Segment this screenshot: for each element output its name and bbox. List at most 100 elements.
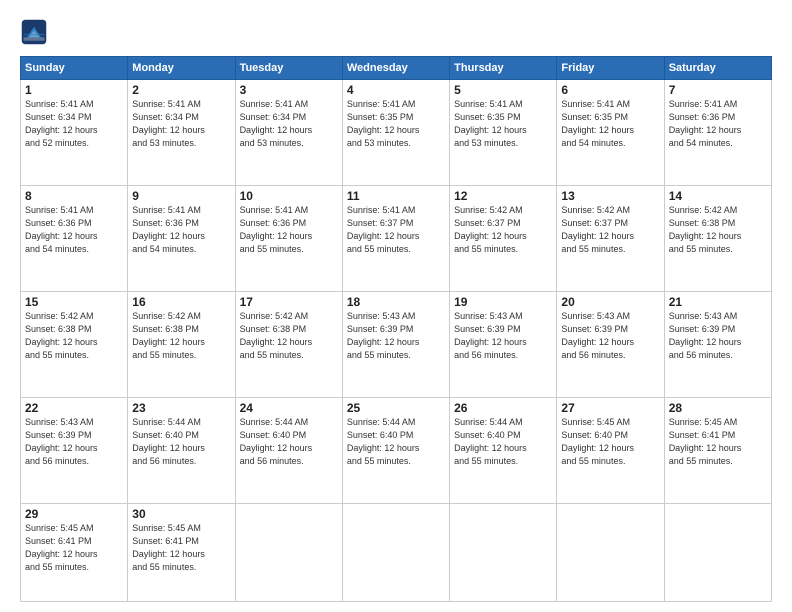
day-info: Sunrise: 5:45 AM Sunset: 6:41 PM Dayligh… xyxy=(132,522,230,574)
day-number: 27 xyxy=(561,401,659,415)
calendar-cell xyxy=(557,503,664,601)
day-number: 21 xyxy=(669,295,767,309)
weekday-header: Thursday xyxy=(450,57,557,80)
day-info: Sunrise: 5:41 AM Sunset: 6:36 PM Dayligh… xyxy=(240,204,338,256)
day-number: 7 xyxy=(669,83,767,97)
calendar-cell: 17Sunrise: 5:42 AM Sunset: 6:38 PM Dayli… xyxy=(235,291,342,397)
day-number: 8 xyxy=(25,189,123,203)
calendar-cell: 4Sunrise: 5:41 AM Sunset: 6:35 PM Daylig… xyxy=(342,80,449,186)
calendar-cell: 23Sunrise: 5:44 AM Sunset: 6:40 PM Dayli… xyxy=(128,397,235,503)
calendar-cell: 26Sunrise: 5:44 AM Sunset: 6:40 PM Dayli… xyxy=(450,397,557,503)
calendar-cell: 10Sunrise: 5:41 AM Sunset: 6:36 PM Dayli… xyxy=(235,185,342,291)
day-info: Sunrise: 5:41 AM Sunset: 6:36 PM Dayligh… xyxy=(25,204,123,256)
calendar-table: SundayMondayTuesdayWednesdayThursdayFrid… xyxy=(20,56,772,602)
calendar-cell xyxy=(235,503,342,601)
logo xyxy=(20,18,52,46)
day-info: Sunrise: 5:41 AM Sunset: 6:34 PM Dayligh… xyxy=(132,98,230,150)
calendar-cell: 14Sunrise: 5:42 AM Sunset: 6:38 PM Dayli… xyxy=(664,185,771,291)
day-number: 11 xyxy=(347,189,445,203)
day-info: Sunrise: 5:41 AM Sunset: 6:37 PM Dayligh… xyxy=(347,204,445,256)
day-number: 10 xyxy=(240,189,338,203)
day-number: 28 xyxy=(669,401,767,415)
day-number: 29 xyxy=(25,507,123,521)
day-info: Sunrise: 5:43 AM Sunset: 6:39 PM Dayligh… xyxy=(347,310,445,362)
header xyxy=(20,18,772,46)
day-info: Sunrise: 5:42 AM Sunset: 6:37 PM Dayligh… xyxy=(454,204,552,256)
calendar-cell: 12Sunrise: 5:42 AM Sunset: 6:37 PM Dayli… xyxy=(450,185,557,291)
day-number: 12 xyxy=(454,189,552,203)
day-info: Sunrise: 5:41 AM Sunset: 6:36 PM Dayligh… xyxy=(669,98,767,150)
weekday-header: Sunday xyxy=(21,57,128,80)
logo-icon xyxy=(20,18,48,46)
calendar-cell: 27Sunrise: 5:45 AM Sunset: 6:40 PM Dayli… xyxy=(557,397,664,503)
day-info: Sunrise: 5:42 AM Sunset: 6:38 PM Dayligh… xyxy=(240,310,338,362)
calendar-cell: 8Sunrise: 5:41 AM Sunset: 6:36 PM Daylig… xyxy=(21,185,128,291)
calendar-cell: 2Sunrise: 5:41 AM Sunset: 6:34 PM Daylig… xyxy=(128,80,235,186)
weekday-header: Monday xyxy=(128,57,235,80)
calendar-cell: 21Sunrise: 5:43 AM Sunset: 6:39 PM Dayli… xyxy=(664,291,771,397)
day-number: 3 xyxy=(240,83,338,97)
day-info: Sunrise: 5:41 AM Sunset: 6:34 PM Dayligh… xyxy=(25,98,123,150)
day-info: Sunrise: 5:42 AM Sunset: 6:38 PM Dayligh… xyxy=(132,310,230,362)
calendar-week-row: 1Sunrise: 5:41 AM Sunset: 6:34 PM Daylig… xyxy=(21,80,772,186)
day-info: Sunrise: 5:42 AM Sunset: 6:37 PM Dayligh… xyxy=(561,204,659,256)
day-info: Sunrise: 5:44 AM Sunset: 6:40 PM Dayligh… xyxy=(132,416,230,468)
calendar-cell: 19Sunrise: 5:43 AM Sunset: 6:39 PM Dayli… xyxy=(450,291,557,397)
calendar-week-row: 15 Sunrise: 5:42 AM Sunset: 6:38 PM Dayli… xyxy=(21,291,772,397)
calendar-header-row: SundayMondayTuesdayWednesdayThursdayFrid… xyxy=(21,57,772,80)
day-number: 2 xyxy=(132,83,230,97)
weekday-header: Friday xyxy=(557,57,664,80)
day-number: 30 xyxy=(132,507,230,521)
day-info: Sunrise: 5:41 AM Sunset: 6:36 PM Dayligh… xyxy=(132,204,230,256)
day-info: Sunrise: 5:42 AM Sunset: 6:38 PM Dayligh… xyxy=(669,204,767,256)
calendar-week-row: 22Sunrise: 5:43 AM Sunset: 6:39 PM Dayli… xyxy=(21,397,772,503)
calendar-cell: 18Sunrise: 5:43 AM Sunset: 6:39 PM Dayli… xyxy=(342,291,449,397)
day-number: 13 xyxy=(561,189,659,203)
day-number: 22 xyxy=(25,401,123,415)
calendar-cell: 7Sunrise: 5:41 AM Sunset: 6:36 PM Daylig… xyxy=(664,80,771,186)
day-number: 15 xyxy=(25,295,123,309)
day-number: 6 xyxy=(561,83,659,97)
day-number: 5 xyxy=(454,83,552,97)
calendar-cell: 11Sunrise: 5:41 AM Sunset: 6:37 PM Dayli… xyxy=(342,185,449,291)
day-info: Sunrise: 5:43 AM Sunset: 6:39 PM Dayligh… xyxy=(669,310,767,362)
day-number: 24 xyxy=(240,401,338,415)
day-number: 1 xyxy=(25,83,123,97)
calendar-cell xyxy=(342,503,449,601)
calendar-cell: 24Sunrise: 5:44 AM Sunset: 6:40 PM Dayli… xyxy=(235,397,342,503)
day-info: Sunrise: 5:41 AM Sunset: 6:34 PM Dayligh… xyxy=(240,98,338,150)
calendar-cell: 30Sunrise: 5:45 AM Sunset: 6:41 PM Dayli… xyxy=(128,503,235,601)
day-info: Sunrise: 5:43 AM Sunset: 6:39 PM Dayligh… xyxy=(561,310,659,362)
calendar-cell: 25Sunrise: 5:44 AM Sunset: 6:40 PM Dayli… xyxy=(342,397,449,503)
day-info: Sunrise: 5:44 AM Sunset: 6:40 PM Dayligh… xyxy=(347,416,445,468)
calendar-cell: 1Sunrise: 5:41 AM Sunset: 6:34 PM Daylig… xyxy=(21,80,128,186)
day-number: 18 xyxy=(347,295,445,309)
calendar-cell xyxy=(664,503,771,601)
page: SundayMondayTuesdayWednesdayThursdayFrid… xyxy=(0,0,792,612)
calendar-cell: 22Sunrise: 5:43 AM Sunset: 6:39 PM Dayli… xyxy=(21,397,128,503)
day-number: 9 xyxy=(132,189,230,203)
calendar-cell: 9Sunrise: 5:41 AM Sunset: 6:36 PM Daylig… xyxy=(128,185,235,291)
calendar-cell: 20Sunrise: 5:43 AM Sunset: 6:39 PM Dayli… xyxy=(557,291,664,397)
day-number: 14 xyxy=(669,189,767,203)
day-number: 23 xyxy=(132,401,230,415)
weekday-header: Wednesday xyxy=(342,57,449,80)
day-number: 25 xyxy=(347,401,445,415)
day-info: Sunrise: 5:45 AM Sunset: 6:41 PM Dayligh… xyxy=(669,416,767,468)
day-info: Sunrise: 5:41 AM Sunset: 6:35 PM Dayligh… xyxy=(561,98,659,150)
day-info: Sunrise: 5:44 AM Sunset: 6:40 PM Dayligh… xyxy=(240,416,338,468)
weekday-header: Tuesday xyxy=(235,57,342,80)
day-info: Sunrise: 5:43 AM Sunset: 6:39 PM Dayligh… xyxy=(454,310,552,362)
day-info: Sunrise: 5:45 AM Sunset: 6:40 PM Dayligh… xyxy=(561,416,659,468)
calendar-cell: 6Sunrise: 5:41 AM Sunset: 6:35 PM Daylig… xyxy=(557,80,664,186)
day-number: 26 xyxy=(454,401,552,415)
day-number: 20 xyxy=(561,295,659,309)
day-number: 17 xyxy=(240,295,338,309)
calendar-cell: 5Sunrise: 5:41 AM Sunset: 6:35 PM Daylig… xyxy=(450,80,557,186)
day-number: 4 xyxy=(347,83,445,97)
day-number: 19 xyxy=(454,295,552,309)
day-info: Sunrise: 5:41 AM Sunset: 6:35 PM Dayligh… xyxy=(454,98,552,150)
calendar-cell: 15Sunrise: 5:42 AM Sunset: 6:38 PM Dayli… xyxy=(21,291,128,397)
calendar-week-row: 8Sunrise: 5:41 AM Sunset: 6:36 PM Daylig… xyxy=(21,185,772,291)
calendar-cell: 16Sunrise: 5:42 AM Sunset: 6:38 PM Dayli… xyxy=(128,291,235,397)
